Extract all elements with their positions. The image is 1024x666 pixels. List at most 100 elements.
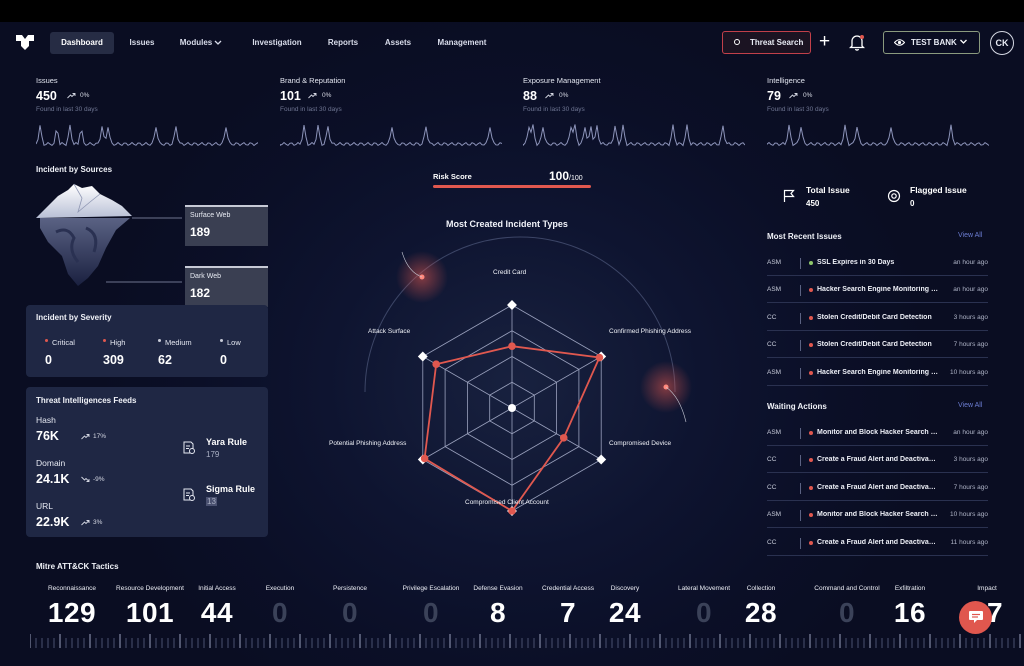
severity-medium[interactable]: Medium 62 xyxy=(158,338,192,367)
tab-modules[interactable]: Modules xyxy=(178,32,214,54)
threat-search-button[interactable]: Threat Search xyxy=(722,31,811,54)
radar-data-point[interactable] xyxy=(508,507,516,515)
yara-rule-label[interactable]: Yara Rule xyxy=(206,437,247,447)
mitre-tactic-count[interactable]: 8 xyxy=(490,597,506,629)
tab-reports[interactable]: Reports xyxy=(324,32,362,54)
mitre-tactic-count[interactable]: 24 xyxy=(609,597,641,629)
flagged-issue-value[interactable]: 0 xyxy=(910,199,914,208)
mitre-tactic-count[interactable]: 16 xyxy=(894,597,926,629)
trend-up-icon xyxy=(789,93,798,99)
risk-score-label: Risk Score xyxy=(433,172,472,181)
mitre-tactic-count[interactable]: 44 xyxy=(201,597,233,629)
radar-label-potential-phishing: Potential Phishing Address xyxy=(329,440,407,447)
total-issue-value[interactable]: 450 xyxy=(806,199,819,208)
tab-dashboard[interactable]: Dashboard xyxy=(50,32,114,54)
list-item[interactable]: CC Stolen Credit/Debit Card Detection 3 ho… xyxy=(767,304,988,331)
mitre-tactic-count[interactable]: 0 xyxy=(423,597,439,629)
tab-management[interactable]: Management xyxy=(434,32,490,54)
mitre-tactic-count[interactable]: 101 xyxy=(126,597,174,629)
tab-assets[interactable]: Assets xyxy=(380,32,416,54)
kpi-change: 0% xyxy=(803,92,813,99)
chevron-down-icon xyxy=(960,39,967,44)
radar-data-point[interactable] xyxy=(508,342,516,350)
radar-data-point[interactable] xyxy=(420,454,429,463)
mitre-tactic-count[interactable]: 28 xyxy=(745,597,777,629)
issue-time: 10 hours ago xyxy=(950,368,988,376)
tab-investigation[interactable]: Investigation xyxy=(248,32,306,54)
brand-logo-icon[interactable] xyxy=(16,35,34,50)
list-item[interactable]: ASM Hacker Search Engine Monitoring … an h… xyxy=(767,276,988,304)
issue-time: 10 hours ago xyxy=(950,511,988,519)
issue-source: CC xyxy=(767,456,777,464)
feed-hash-value[interactable]: 76K xyxy=(36,429,59,443)
flagged-issue-label: Flagged Issue xyxy=(910,185,967,195)
list-item[interactable]: ASM Hacker Search Engine Monitoring … 10 h… xyxy=(767,359,988,386)
mitre-tactic-label: Collection xyxy=(746,585,776,592)
timeline-ruler xyxy=(30,634,1021,648)
feed-domain-value[interactable]: 24.1K xyxy=(36,472,69,486)
kpi-exposure-management[interactable]: Exposure Management 88 0% Found in last … xyxy=(523,76,753,152)
list-item[interactable]: ASM Monitor and Block Hacker Search … an h… xyxy=(767,419,988,446)
eye-icon xyxy=(894,39,905,46)
waiting-actions-title: Waiting Actions xyxy=(767,402,827,411)
status-dot xyxy=(809,288,813,293)
issue-source: CC xyxy=(767,483,777,491)
kpi-brand-reputation[interactable]: Brand & Reputation 101 0% Found in last … xyxy=(280,76,510,152)
issue-time: 7 hours ago xyxy=(953,341,988,349)
mitre-tactic-label: Exfiltration xyxy=(894,585,926,592)
list-item[interactable]: ASM Monitor and Block Hacker Search … 10 h… xyxy=(767,501,988,529)
issue-time: an hour ago xyxy=(953,429,988,436)
plus-icon[interactable]: + xyxy=(819,32,830,51)
kpi-issues[interactable]: Issues 450 0% Found in last 30 days xyxy=(36,76,266,152)
waiting-view-all-link[interactable]: View All xyxy=(958,402,982,409)
mitre-tactic-label: Impact xyxy=(977,585,997,592)
record-icon xyxy=(734,39,740,45)
sigma-rule-label[interactable]: Sigma Rule xyxy=(206,484,255,494)
user-avatar[interactable]: CK xyxy=(990,31,1014,55)
mitre-tactic-count[interactable]: 0 xyxy=(342,597,358,629)
kpi-sparkline xyxy=(523,124,745,147)
mitre-tactic-count[interactable]: 129 xyxy=(48,597,96,629)
feed-url-value[interactable]: 22.9K xyxy=(36,515,69,529)
list-item[interactable]: ASM SSL Expires in 30 Days an hour ago xyxy=(767,249,988,276)
trend-up-icon xyxy=(81,434,90,440)
mitre-tactic-count[interactable]: 0 xyxy=(839,597,855,629)
surface-web-card[interactable]: Surface Web 189 xyxy=(185,205,268,246)
kpi-intelligence[interactable]: Intelligence 79 0% Found in last 30 days xyxy=(767,76,997,152)
mitre-tactic-label: Privilege Escalation xyxy=(402,585,460,592)
radar-data-point[interactable] xyxy=(432,360,440,369)
trend-up-icon xyxy=(67,93,76,99)
dark-web-card[interactable]: Dark Web 182 xyxy=(185,266,268,307)
issue-title: Stolen Credit/Debit Card Detection xyxy=(817,341,932,349)
top-nav: Dashboard Issues Modules Investigation R… xyxy=(0,22,1024,64)
severity-critical[interactable]: Critical 0 xyxy=(45,338,75,367)
list-item[interactable]: CC Create a Fraud Alert and Deactiva… 11 h… xyxy=(767,529,988,556)
recent-view-all-link[interactable]: View All xyxy=(958,232,982,239)
divider xyxy=(800,428,801,439)
mitre-tactic-label: Credential Access xyxy=(541,585,595,592)
radar-data-point[interactable] xyxy=(559,434,568,442)
dark-web-label: Dark Web xyxy=(190,273,221,280)
feed-domain-change: -9% xyxy=(93,476,105,483)
list-item[interactable]: CC Create a Fraud Alert and Deactiva… 7 ho… xyxy=(767,474,988,501)
bell-icon[interactable] xyxy=(849,34,865,51)
mitre-tactic-count[interactable]: 0 xyxy=(696,597,712,629)
chat-support-button[interactable] xyxy=(959,601,992,634)
radar-data-point[interactable] xyxy=(595,353,604,362)
mitre-tactic-count[interactable]: 7 xyxy=(560,597,576,629)
tab-issues[interactable]: Issues xyxy=(124,32,160,54)
severity-label: High xyxy=(103,338,125,347)
kpi-value: 88 xyxy=(523,89,537,103)
status-dot xyxy=(809,431,813,435)
severity-label: Critical xyxy=(45,338,75,347)
organization-selector[interactable]: TEST BANK xyxy=(883,31,980,54)
mitre-tactic-count[interactable]: 0 xyxy=(272,597,288,629)
severity-high[interactable]: High 309 xyxy=(103,338,125,367)
chevron-down-icon[interactable] xyxy=(214,40,222,46)
issue-time: 7 hours ago xyxy=(953,483,988,491)
list-item[interactable]: CC Stolen Credit/Debit Card Detection 7 ho… xyxy=(767,331,988,359)
issue-title: Create a Fraud Alert and Deactiva… xyxy=(817,456,936,464)
mitre-tactic-label: Lateral Movement xyxy=(677,585,731,592)
severity-low[interactable]: Low 0 xyxy=(220,338,241,367)
list-item[interactable]: CC Create a Fraud Alert and Deactiva… 3 ho… xyxy=(767,446,988,474)
